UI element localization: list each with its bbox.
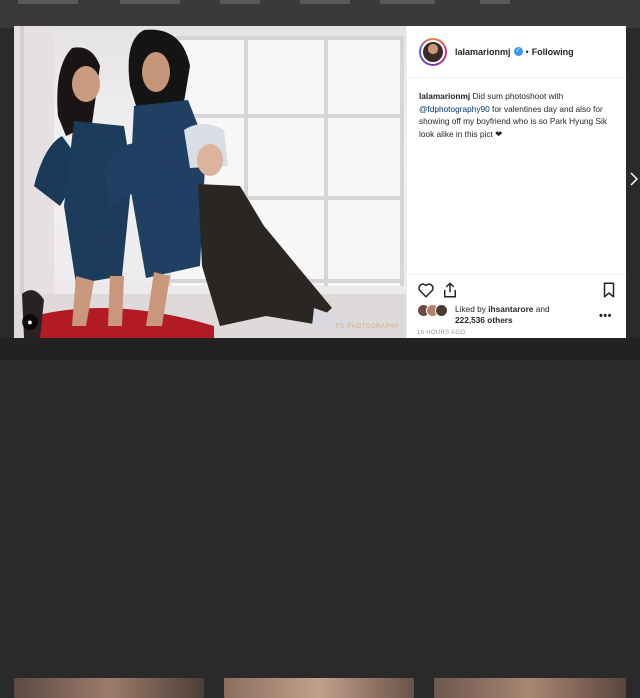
more-options-button[interactable]: •••: [599, 310, 612, 322]
post-sidebar: lalamarionmj ✓ • Following lalamarionmj …: [406, 26, 626, 338]
likes-count-link[interactable]: 222,536 others: [455, 315, 513, 325]
chevron-right-icon[interactable]: [630, 172, 638, 186]
liked-by-prefix: Liked by: [455, 304, 486, 314]
post-modal: ● FD PHOTOGRAPHY lalamarionmj ✓ • Follow…: [14, 26, 626, 338]
post-timestamp[interactable]: 16 HOURS AGO: [417, 330, 465, 336]
likes-row: Liked by ihsantarore and 222,536 others …: [417, 304, 618, 328]
following-button[interactable]: Following: [532, 47, 574, 57]
liked-by-and: and: [535, 304, 550, 314]
bookmark-icon[interactable]: [600, 281, 618, 299]
caption-username[interactable]: lalamarionmj: [419, 91, 470, 101]
post-photo[interactable]: ● FD PHOTOGRAPHY: [14, 26, 406, 338]
thumbnail[interactable]: [224, 678, 414, 698]
share-icon[interactable]: [441, 281, 459, 299]
action-bar: [407, 274, 626, 304]
liker-avatars[interactable]: [417, 304, 455, 318]
user-tag-icon[interactable]: ●: [22, 314, 38, 330]
caption-mention-link[interactable]: @fdphotography90: [419, 104, 490, 114]
header-username[interactable]: lalamarionmj: [455, 47, 511, 57]
page-backdrop-bottom: [0, 338, 640, 698]
thumbnail[interactable]: [14, 678, 204, 698]
post-caption: lalamarionmj Did sum photoshoot with @fd…: [407, 78, 626, 140]
liked-by-text: Liked by ihsantarore and 222,536 others: [455, 304, 550, 326]
caption-text-1: Did sum photoshoot with: [472, 91, 564, 101]
heart-icon[interactable]: [417, 281, 435, 299]
photo-scene: [14, 26, 406, 338]
post-header: lalamarionmj ✓ • Following: [407, 26, 626, 78]
thumbnail[interactable]: [434, 678, 626, 698]
photo-watermark: FD PHOTOGRAPHY: [336, 324, 400, 330]
avatar[interactable]: [419, 37, 447, 66]
separator-dot: •: [525, 46, 529, 57]
verified-badge-icon: ✓: [513, 47, 523, 56]
page-backdrop-top: [0, 0, 640, 28]
liked-by-user-link[interactable]: ihsantarore: [488, 304, 533, 314]
